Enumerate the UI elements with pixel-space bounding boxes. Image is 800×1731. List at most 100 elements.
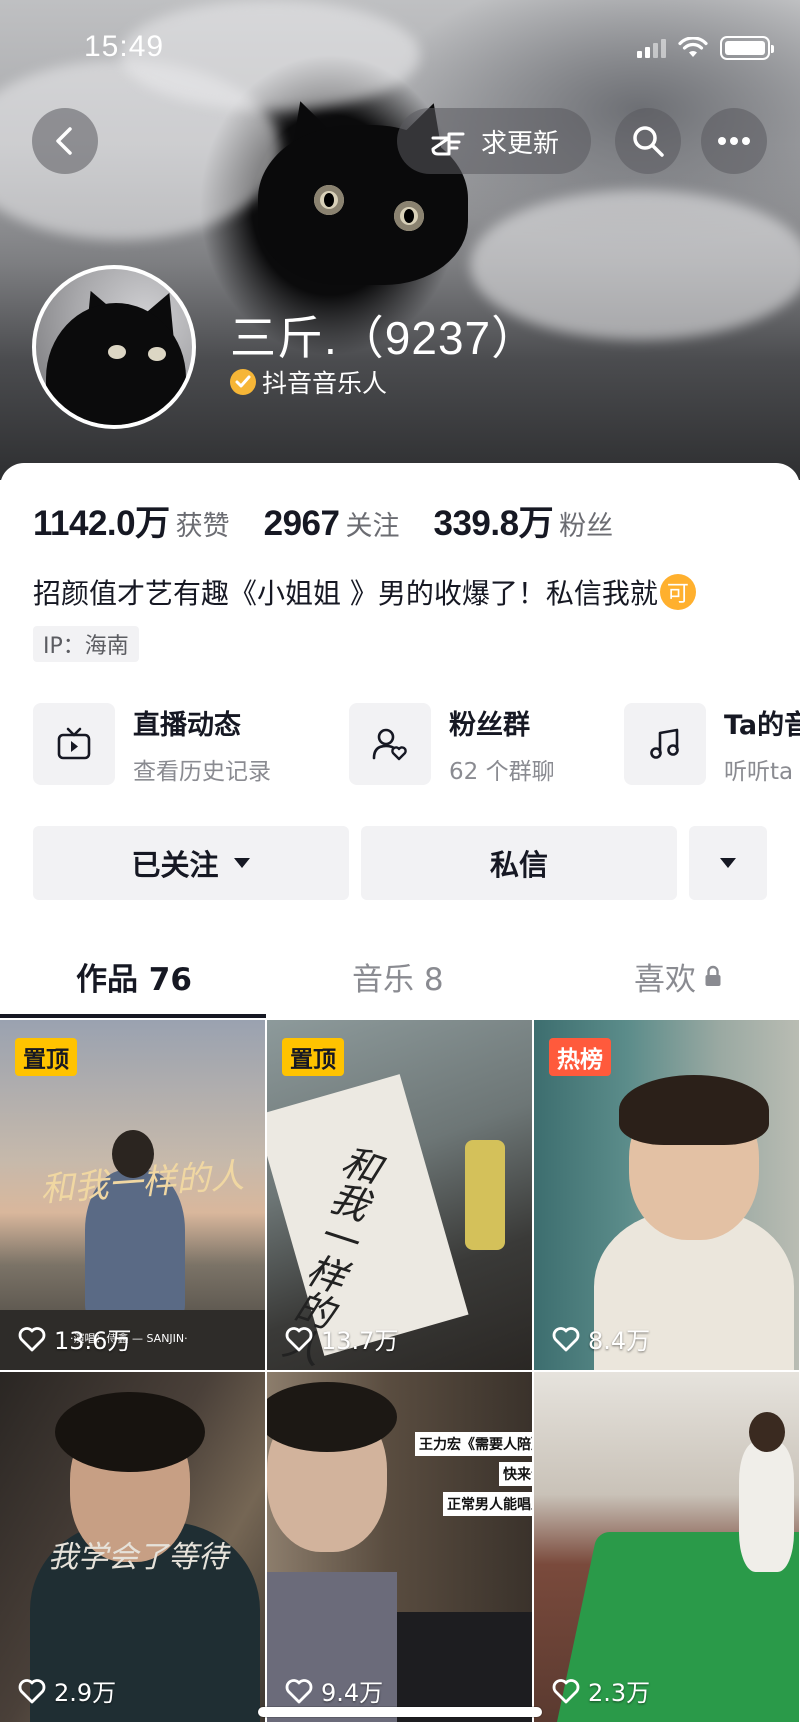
more-dots-icon	[718, 137, 750, 145]
tile-likes: 8.4万	[552, 1321, 650, 1356]
tab-likes-label: 喜欢	[634, 961, 696, 998]
tab-works[interactable]: 作品 76	[76, 940, 192, 1012]
feature-subtitle: 查看历史记录	[133, 758, 271, 785]
followers-label[interactable]: 粉丝	[559, 504, 613, 543]
profile-bio: 招颜值才艺有趣《小姐姐 》男的收爆了！私信我就 可	[33, 572, 696, 612]
likes-count: 2.9万	[54, 1679, 117, 1707]
avatar[interactable]	[32, 265, 196, 429]
followed-label: 已关注	[131, 848, 219, 882]
tile-likes: 9.4万	[285, 1673, 383, 1708]
tile-figure-head	[749, 1412, 785, 1452]
pointing-hand-icon	[431, 132, 465, 156]
lock-icon	[705, 965, 721, 986]
signal-icon	[637, 38, 666, 58]
tile-figure-hair	[55, 1392, 205, 1472]
wifi-icon	[678, 37, 708, 57]
feature-fan-group[interactable]: 粉丝群 62 个群聊	[349, 702, 555, 786]
heart-icon	[552, 1326, 580, 1351]
heart-icon	[18, 1678, 46, 1703]
battery-icon	[720, 36, 774, 60]
content-tabs: 作品 76 音乐 8 喜欢	[0, 940, 800, 1018]
feature-subtitle: 62 个群聊	[449, 758, 555, 785]
certification-label: 抖音音乐人	[262, 369, 388, 398]
home-indicator[interactable]	[258, 1707, 542, 1717]
tile-keyboard	[397, 1612, 532, 1722]
avatar-cat-eye	[108, 345, 126, 359]
video-tile[interactable]: 2.3万	[534, 1372, 799, 1722]
tv-icon	[33, 703, 115, 785]
tile-figure-hair	[619, 1075, 769, 1145]
caret-down-icon	[233, 858, 250, 868]
followed-button[interactable]: 已关注	[33, 826, 349, 900]
tile-overlay-text: 王力宏《需要人陪》！ 快来合拍 正常男人能唱上去	[415, 1432, 532, 1516]
search-button[interactable]	[615, 108, 681, 174]
more-button[interactable]	[701, 108, 767, 174]
likes-count: 2.3万	[588, 1679, 651, 1707]
feature-live-history[interactable]: 直播动态 查看历史记录	[33, 702, 271, 786]
video-tile[interactable]: 我学会了等待 2.9万	[0, 1372, 265, 1722]
video-tile[interactable]: 和我一样的人 置顶 13.7万	[267, 1020, 532, 1370]
tile-figure	[739, 1442, 794, 1572]
fan-group-icon	[349, 703, 431, 785]
tile-caption: 我学会了等待	[48, 1540, 228, 1575]
tile-likes: 2.9万	[18, 1673, 116, 1708]
profile-stats: 1142.0万 获赞 2967 关注 339.8万 粉丝	[33, 495, 647, 546]
recommend-toggle-button[interactable]	[689, 826, 767, 900]
avatar-cat-eye	[148, 347, 166, 361]
overlay-line: 正常男人能唱上去	[443, 1492, 532, 1516]
hot-list-badge: 热榜	[549, 1038, 611, 1076]
following-count[interactable]: 2967	[264, 504, 340, 544]
search-icon	[633, 126, 664, 157]
heart-icon	[18, 1326, 46, 1351]
likes-label: 获赞	[175, 511, 230, 542]
verified-check-icon	[230, 369, 256, 395]
likes-count: 1142.0万	[33, 504, 170, 543]
cover-cat-eye	[314, 185, 344, 215]
tile-caption: 和我一样的人	[39, 1155, 246, 1211]
request-update-label: 求更新	[480, 128, 559, 159]
feature-music[interactable]: Ta的音 听听ta	[624, 702, 800, 786]
likes-count: 13.6万	[54, 1327, 132, 1355]
following-label[interactable]: 关注	[346, 504, 400, 543]
back-button[interactable]	[32, 108, 98, 174]
tile-likes: 13.7万	[285, 1321, 398, 1356]
tile-likes: 13.6万	[18, 1321, 131, 1356]
tab-active-indicator	[0, 1014, 266, 1018]
bio-text: 招颜值才艺有趣《小姐姐 》男的收爆了！私信我就	[33, 577, 658, 610]
tile-likes: 2.3万	[552, 1673, 650, 1708]
heart-icon	[285, 1326, 313, 1351]
tile-bottle	[465, 1140, 505, 1250]
heart-icon	[285, 1678, 313, 1703]
certification: 抖音音乐人	[230, 364, 387, 400]
status-icons	[637, 36, 774, 60]
video-tile[interactable]: 热榜 8.4万	[534, 1020, 799, 1370]
tab-likes[interactable]: 喜欢	[634, 940, 722, 1012]
likes-count: 9.4万	[321, 1679, 384, 1707]
feature-title: Ta的音	[724, 709, 800, 741]
feature-title: 粉丝群	[449, 709, 530, 741]
profile-nickname: 三斤.（9237）	[230, 312, 539, 364]
status-time: 15:49	[84, 30, 165, 63]
followers-count[interactable]: 339.8万	[434, 495, 554, 546]
tab-music[interactable]: 音乐 8	[352, 940, 444, 1012]
overlay-line: 王力宏《需要人陪》！	[415, 1432, 532, 1456]
heart-icon	[552, 1678, 580, 1703]
caret-down-icon	[720, 858, 736, 868]
message-label: 私信	[489, 848, 548, 882]
pinned-badge: 置顶	[282, 1038, 344, 1076]
feature-subtitle: 听听ta	[724, 758, 794, 785]
overlay-line: 快来合拍	[499, 1462, 532, 1486]
bio-emoji-badge: 可	[659, 574, 696, 610]
video-tile[interactable]: 和我一样的人 ·演唱：侍鑫 — SANJIN· 置顶 13.6万	[0, 1020, 265, 1370]
pinned-badge: 置顶	[15, 1038, 77, 1076]
cover-sheet-fold	[120, 0, 420, 110]
cover-cat-eye	[394, 201, 424, 231]
request-update-button[interactable]: 求更新	[397, 108, 591, 174]
message-button[interactable]: 私信	[361, 826, 677, 900]
music-note-icon	[624, 703, 706, 785]
video-tile[interactable]: 王力宏《需要人陪》！ 快来合拍 正常男人能唱上去 9.4万	[267, 1372, 532, 1722]
likes-count: 13.7万	[321, 1327, 399, 1355]
ip-location-tag: IP：海南	[33, 626, 139, 662]
likes-count: 8.4万	[588, 1327, 651, 1355]
chevron-left-icon	[56, 127, 72, 155]
